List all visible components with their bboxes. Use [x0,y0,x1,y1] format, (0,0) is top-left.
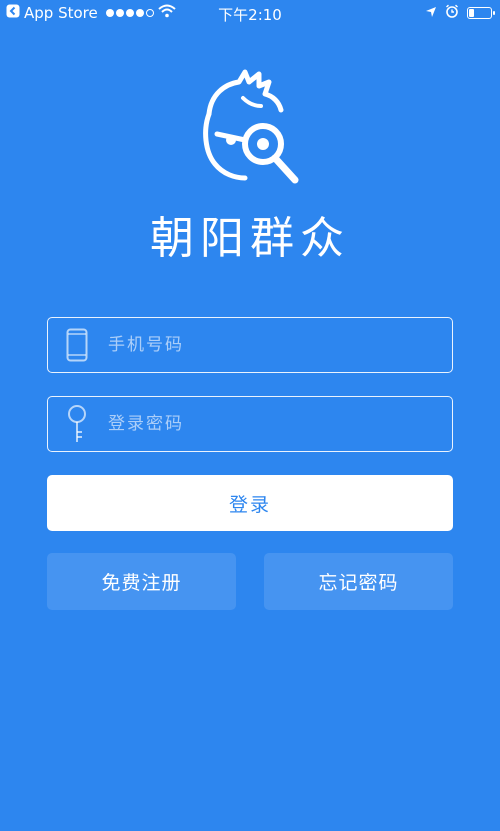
password-input[interactable] [106,396,452,452]
location-arrow-icon [425,4,437,22]
alarm-clock-icon [445,4,459,22]
login-button[interactable]: 登录 [47,475,453,531]
battery-fill [469,9,474,17]
detective-face-magnifier-icon [195,68,305,190]
phone-input[interactable] [106,317,452,373]
register-button[interactable]: 免费注册 [47,553,236,610]
status-right [425,4,495,22]
phone-field[interactable] [47,317,453,373]
status-bar: App Store 下午2:10 [0,0,500,28]
forgot-password-button[interactable]: 忘记密码 [264,553,453,610]
phone-icon [48,318,106,372]
app-name: 朝阳群众 [150,213,350,264]
battery-icon [467,7,495,19]
key-icon [48,397,106,451]
password-field[interactable] [47,396,453,452]
